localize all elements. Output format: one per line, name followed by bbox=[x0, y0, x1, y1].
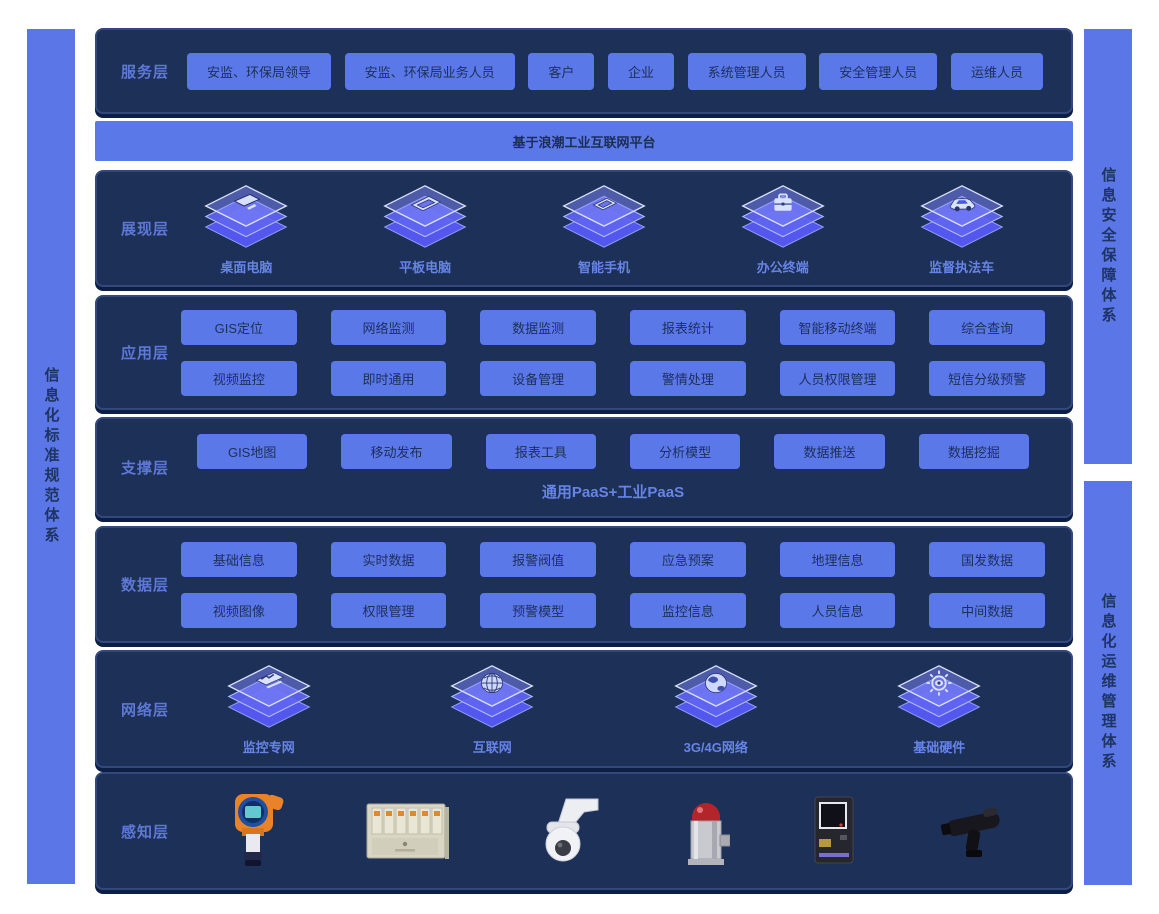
presentation-item-office-terminal: 办公终端 bbox=[737, 182, 829, 276]
data-category-button: 预警模型 bbox=[480, 593, 596, 628]
presentation-item-smartphone: 智能手机 bbox=[558, 182, 650, 276]
support-tool-button: 数据推送 bbox=[774, 434, 884, 469]
data-category-button: 视频图像 bbox=[181, 593, 297, 628]
support-content: GIS地图 移动发布 报表工具 分析模型 数据推送 数据挖掘 通用PaaS+工业… bbox=[181, 419, 1045, 516]
perception-device-row bbox=[187, 774, 1047, 888]
app-module-button: GIS定位 bbox=[181, 310, 297, 345]
app-module-button: 即时通用 bbox=[331, 361, 447, 396]
service-role-button: 安全管理人员 bbox=[819, 53, 937, 90]
application-layer-panel: 应用层 GIS定位 网络监测 数据监测 报表统计 智能移动终端 综合查询 视频监… bbox=[95, 295, 1073, 410]
internet-globe-icon bbox=[446, 662, 538, 736]
data-category-button: 应急预案 bbox=[630, 542, 746, 577]
service-role-button: 企业 bbox=[608, 53, 674, 90]
sidebar-info-security-label: 信息安全保障体系 bbox=[1098, 167, 1119, 327]
support-button-row: GIS地图 移动发布 报表工具 分析模型 数据推送 数据挖掘 bbox=[181, 434, 1045, 469]
presentation-item-label: 平板电脑 bbox=[399, 257, 451, 276]
network-icon-row: 监控专网 互联网 3G/4G网络 基础硬件 bbox=[157, 652, 1051, 766]
presentation-item-label: 办公终端 bbox=[757, 257, 809, 276]
hardware-gear-icon bbox=[893, 662, 985, 736]
data-category-button: 中间数据 bbox=[929, 593, 1045, 628]
network-layer-panel: 网络层 监控专网 互联网 3G/4G网络 基础硬件 bbox=[95, 650, 1073, 768]
platform-banner: 基于浪潮工业互联网平台 bbox=[95, 121, 1073, 161]
service-layer-label: 服务层 bbox=[97, 30, 193, 112]
app-module-button: 人员权限管理 bbox=[780, 361, 896, 396]
handheld-detector-image bbox=[939, 802, 1007, 860]
service-layer-panel: 服务层 安监、环保局领导 安监、环保局业务人员 客户 企业 系统管理人员 安全管… bbox=[95, 28, 1073, 114]
sidebar-standard-spec-system: 信息化标准规范体系 bbox=[27, 29, 75, 884]
support-layer-label: 支撑层 bbox=[97, 419, 193, 516]
network-item-label: 基础硬件 bbox=[913, 737, 965, 756]
app-module-button: 设备管理 bbox=[480, 361, 596, 396]
app-module-button: 网络监测 bbox=[331, 310, 447, 345]
application-layer-label: 应用层 bbox=[97, 297, 193, 408]
presentation-item-label: 桌面电脑 bbox=[220, 257, 272, 276]
presentation-item-enforcement-vehicle: 监督执法车 bbox=[916, 182, 1008, 276]
data-category-button: 监控信息 bbox=[630, 593, 746, 628]
sidebar-standard-spec-label: 信息化标准规范体系 bbox=[41, 367, 62, 547]
support-tool-button: 分析模型 bbox=[630, 434, 740, 469]
dome-camera-image bbox=[532, 795, 602, 867]
data-category-button: 权限管理 bbox=[331, 593, 447, 628]
briefcase-icon bbox=[737, 182, 829, 256]
support-tool-button: 移动发布 bbox=[341, 434, 451, 469]
support-layer-panel: 支撑层 GIS地图 移动发布 报表工具 分析模型 数据推送 数据挖掘 通用Paa… bbox=[95, 417, 1073, 518]
network-item-3g4g: 3G/4G网络 bbox=[670, 662, 762, 756]
support-tool-button: 数据挖掘 bbox=[919, 434, 1029, 469]
access-control-terminal-image bbox=[810, 795, 858, 867]
service-role-row: 安监、环保局领导 安监、环保局业务人员 客户 企业 系统管理人员 安全管理人员 … bbox=[187, 30, 1043, 112]
alarm-beacon-image bbox=[682, 793, 730, 869]
sidebar-ops-management-system: 信息化运维管理体系 bbox=[1084, 481, 1132, 885]
mobile-globe-icon bbox=[670, 662, 762, 736]
gas-detector-image bbox=[227, 790, 285, 872]
monitor-network-icon bbox=[223, 662, 315, 736]
data-button-grid: 基础信息 实时数据 报警阀值 应急预案 地理信息 国发数据 视频图像 权限管理 … bbox=[181, 528, 1045, 641]
network-item-label: 互联网 bbox=[473, 737, 512, 756]
platform-banner-label: 基于浪潮工业互联网平台 bbox=[512, 132, 655, 151]
app-module-button: 警情处理 bbox=[630, 361, 746, 396]
perception-layer-label: 感知层 bbox=[97, 774, 193, 888]
desktop-icon bbox=[200, 182, 292, 256]
support-tool-button: 报表工具 bbox=[486, 434, 596, 469]
service-role-button: 运维人员 bbox=[951, 53, 1043, 90]
presentation-icon-row: 桌面电脑 平板电脑 智能手机 办公终端 监督执法车 bbox=[157, 172, 1051, 285]
data-category-button: 报警阀值 bbox=[480, 542, 596, 577]
app-module-button: 数据监测 bbox=[480, 310, 596, 345]
presentation-item-label: 监督执法车 bbox=[929, 257, 994, 276]
network-item-hardware: 基础硬件 bbox=[893, 662, 985, 756]
data-category-button: 地理信息 bbox=[780, 542, 896, 577]
perception-layer-panel: 感知层 bbox=[95, 772, 1073, 890]
alarm-control-cabinet-image bbox=[365, 798, 451, 864]
app-module-button: 智能移动终端 bbox=[780, 310, 896, 345]
data-category-button: 人员信息 bbox=[780, 593, 896, 628]
network-item-private-network: 监控专网 bbox=[223, 662, 315, 756]
service-role-button: 系统管理人员 bbox=[688, 53, 806, 90]
sidebar-info-security-system: 信息安全保障体系 bbox=[1084, 29, 1132, 464]
app-module-button: 视频监控 bbox=[181, 361, 297, 396]
service-role-button: 客户 bbox=[528, 53, 594, 90]
network-item-internet: 互联网 bbox=[446, 662, 538, 756]
app-module-button: 短信分级预警 bbox=[929, 361, 1045, 396]
presentation-item-desktop: 桌面电脑 bbox=[200, 182, 292, 276]
service-role-button: 安监、环保局领导 bbox=[187, 53, 331, 90]
application-button-grid: GIS定位 网络监测 数据监测 报表统计 智能移动终端 综合查询 视频监控 即时… bbox=[181, 297, 1045, 408]
tablet-icon bbox=[379, 182, 471, 256]
support-tool-button: GIS地图 bbox=[197, 434, 307, 469]
app-module-button: 综合查询 bbox=[929, 310, 1045, 345]
sidebar-ops-management-label: 信息化运维管理体系 bbox=[1098, 593, 1119, 773]
service-role-button: 安监、环保局业务人员 bbox=[345, 53, 515, 90]
network-item-label: 监控专网 bbox=[243, 737, 295, 756]
data-category-button: 实时数据 bbox=[331, 542, 447, 577]
data-category-button: 国发数据 bbox=[929, 542, 1045, 577]
car-icon bbox=[916, 182, 1008, 256]
presentation-item-label: 智能手机 bbox=[578, 257, 630, 276]
presentation-item-tablet: 平板电脑 bbox=[379, 182, 471, 276]
presentation-layer-panel: 展现层 桌面电脑 平板电脑 智能手机 办公终端 监督执法车 bbox=[95, 170, 1073, 287]
data-layer-panel: 数据层 基础信息 实时数据 报警阀值 应急预案 地理信息 国发数据 视频图像 权… bbox=[95, 526, 1073, 643]
paas-caption: 通用PaaS+工业PaaS bbox=[181, 481, 1045, 502]
data-layer-label: 数据层 bbox=[97, 528, 193, 641]
network-item-label: 3G/4G网络 bbox=[684, 737, 748, 756]
smartphone-icon bbox=[558, 182, 650, 256]
data-category-button: 基础信息 bbox=[181, 542, 297, 577]
app-module-button: 报表统计 bbox=[630, 310, 746, 345]
